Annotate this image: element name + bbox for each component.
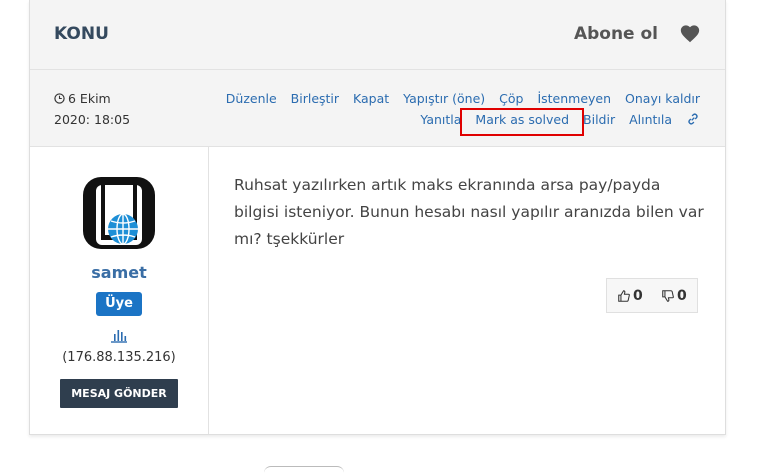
subscribe-button[interactable]: Abone ol — [574, 24, 658, 44]
avatar[interactable] — [83, 177, 155, 249]
thumbs-up-icon — [618, 290, 630, 302]
quote-link[interactable]: Alıntıla — [629, 112, 672, 127]
upvote-button[interactable]: 0 — [617, 288, 643, 304]
highlight-box — [460, 108, 584, 136]
upvote-count: 0 — [633, 288, 643, 304]
bar-chart-icon[interactable] — [110, 327, 128, 343]
edit-link[interactable]: Düzenle — [226, 91, 277, 106]
vote-box: 0 0 — [606, 278, 698, 313]
send-message-button[interactable]: MESAJ GÖNDER — [60, 379, 178, 408]
author-ip: (176.88.135.216) — [62, 350, 176, 365]
report-link[interactable]: Bildir — [583, 112, 615, 127]
trash-link[interactable]: Çöp — [499, 91, 523, 106]
author-username[interactable]: samet — [30, 263, 208, 282]
post-actions: Düzenle Birleştir Kapat Yapıştır (öne) Ç… — [180, 88, 700, 130]
pin-link[interactable]: Yapıştır (öne) — [403, 91, 485, 106]
close-link[interactable]: Kapat — [353, 91, 389, 106]
spam-link[interactable]: İstenmeyen — [537, 91, 611, 106]
post-date-day: 6 Ekim — [68, 91, 111, 106]
permalink-icon[interactable] — [686, 112, 700, 126]
reply-link[interactable]: Yanıtla — [420, 112, 461, 127]
role-badge: Üye — [96, 292, 142, 316]
post-body: Ruhsat yazılırken artık maks ekranında a… — [234, 176, 704, 248]
post-date-time: 2020: 18:05 — [54, 112, 131, 127]
topic-title: KONU — [54, 24, 109, 44]
post-card: KONU Abone ol 6 Ekim 2020: 18:05 Düzenle… — [29, 0, 726, 435]
merge-link[interactable]: Birleştir — [291, 91, 339, 106]
author-panel: samet Üye (176.88.135.216) MESAJ GÖNDER — [30, 147, 209, 434]
downvote-count: 0 — [677, 288, 687, 304]
post-date: 6 Ekim 2020: 18:05 — [54, 88, 130, 130]
downvote-button[interactable]: 0 — [661, 288, 687, 304]
heart-icon[interactable] — [679, 23, 701, 45]
unapprove-link[interactable]: Onayı kaldır — [625, 91, 700, 106]
thumbs-down-icon — [662, 290, 674, 302]
post-meta-bar: 6 Ekim 2020: 18:05 Düzenle Birleştir Kap… — [30, 70, 725, 147]
topic-header: KONU Abone ol — [30, 0, 725, 70]
clock-icon — [54, 93, 65, 104]
